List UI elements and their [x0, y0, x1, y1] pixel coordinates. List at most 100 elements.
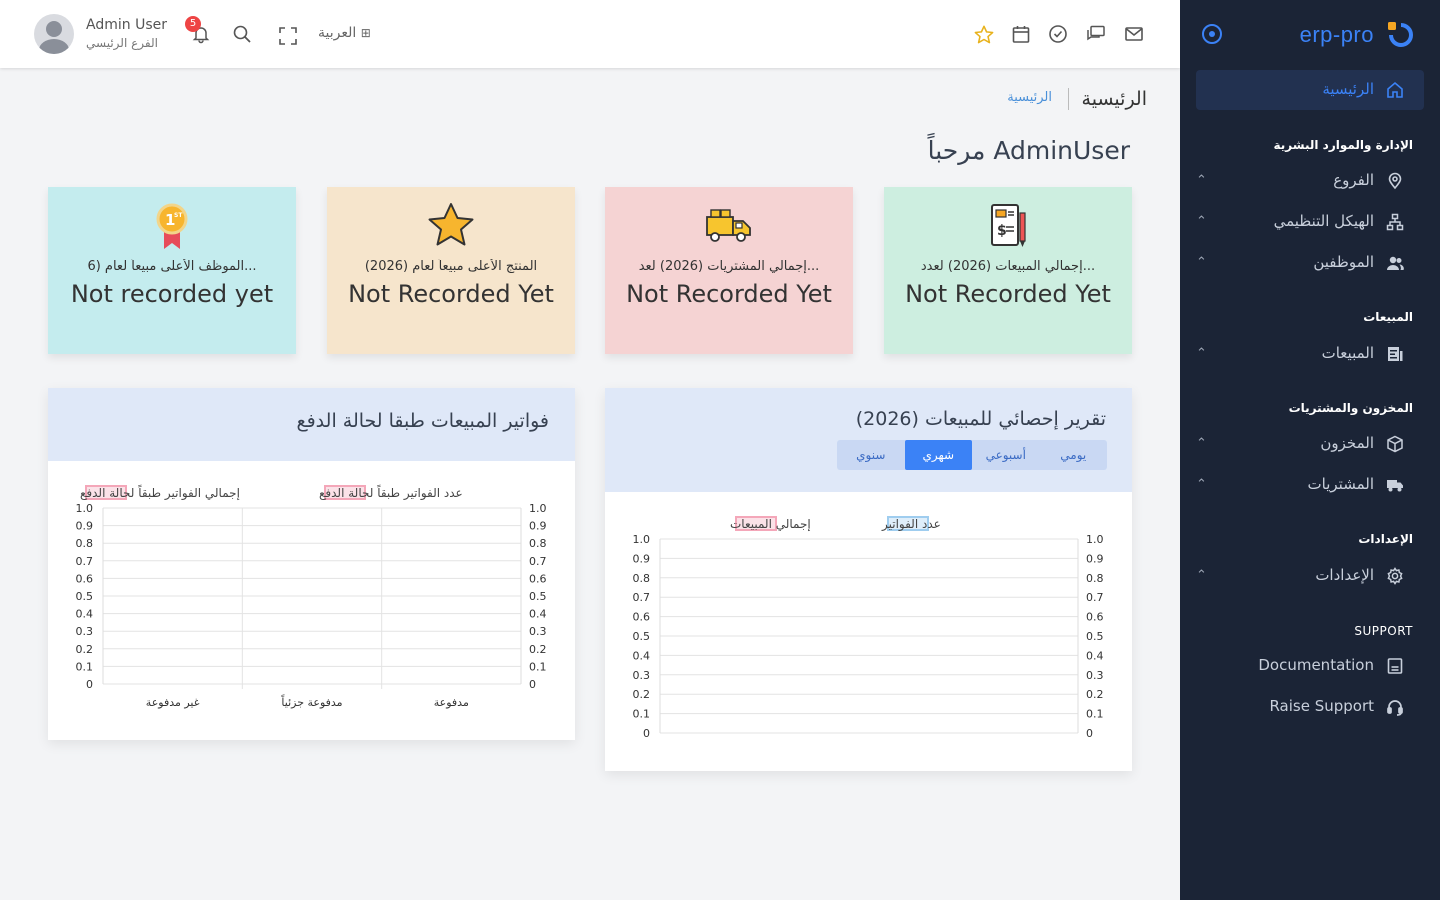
chevron-up-icon[interactable]: ⌃	[1196, 346, 1207, 361]
y-tick-label-right: 0.3	[529, 625, 547, 638]
y-tick-label-right: 1.0	[529, 502, 547, 515]
y-tick-label-right: 0.8	[1086, 572, 1104, 585]
y-tick-label-left: 1.0	[76, 502, 94, 515]
mail-icon[interactable]	[1124, 24, 1144, 44]
gear-icon	[1386, 567, 1404, 585]
sidebar-item-sales[interactable]: المبيعات ⌃	[1196, 334, 1424, 374]
brand-name[interactable]: erp-pro	[1300, 22, 1374, 48]
translate-icon: ⊞	[360, 26, 371, 40]
calendar-icon[interactable]	[1011, 24, 1031, 44]
sidebar-item-branches[interactable]: الفروع ⌃	[1196, 161, 1424, 201]
panel-title: تقرير إحصائي للمبيعات (2026)	[855, 408, 1106, 430]
star-icon	[425, 201, 477, 253]
box-icon	[1386, 435, 1404, 453]
chevron-up-icon[interactable]: ⌃	[1196, 255, 1207, 270]
section-hr: الإدارة والموارد البشرية	[1273, 138, 1413, 152]
sidebar-item-label: المشتريات	[1307, 475, 1374, 493]
check-circle-icon[interactable]	[1048, 24, 1068, 44]
card-title: إجمالي المبيعات (2026) لعدد...	[920, 259, 1096, 274]
location-pin-icon	[1386, 172, 1404, 190]
y-tick-label-right: 0.5	[529, 590, 547, 603]
y-tick-label-left: 0.1	[633, 708, 651, 721]
language-label: العربية	[318, 25, 357, 41]
card-total-purchases[interactable]: إجمالي المشتريات (2026) لعد... Not Recor…	[605, 187, 853, 354]
panel-header: تقرير إحصائي للمبيعات (2026) يومي أسبوعي…	[605, 388, 1132, 492]
chevron-up-icon[interactable]: ⌃	[1196, 173, 1207, 188]
sidebar-item-label: Documentation	[1258, 656, 1374, 674]
y-tick-label-left: 0.2	[76, 643, 94, 656]
x-tick-label: غير مدفوعة	[146, 696, 200, 709]
sidebar-item-org-structure[interactable]: الهيكل التنظيمي ⌃	[1196, 202, 1424, 242]
tab-yearly[interactable]: سنوي	[837, 440, 905, 470]
sidebar-item-raise-support[interactable]: Raise Support	[1196, 687, 1424, 727]
search-icon[interactable]	[232, 24, 252, 44]
y-tick-label-left: 0.8	[633, 572, 651, 585]
y-tick-label-left: 0.4	[633, 649, 651, 662]
sidebar-item-purchases[interactable]: المشتريات ⌃	[1196, 465, 1424, 505]
card-total-sales[interactable]: $ إجمالي المبيعات (2026) لعدد... Not Rec…	[884, 187, 1132, 354]
star-icon[interactable]	[973, 24, 994, 44]
headset-icon	[1386, 698, 1404, 716]
card-value: Not Recorded Yet	[348, 280, 554, 308]
sidebar-item-documentation[interactable]: Documentation	[1196, 646, 1424, 686]
chevron-up-icon[interactable]: ⌃	[1196, 568, 1207, 583]
org-chart-icon	[1386, 213, 1404, 231]
sidebar-item-label: Raise Support	[1269, 697, 1374, 715]
y-tick-label-left: 0.5	[633, 630, 651, 643]
sidebar-item-employees[interactable]: الموظفين ⌃	[1196, 243, 1424, 283]
user-name[interactable]: Admin User	[86, 17, 167, 33]
sidebar-item-settings[interactable]: الإعدادات ⌃	[1196, 556, 1424, 596]
y-tick-label-right: 0.1	[1086, 708, 1104, 721]
sidebar-item-label: المخزون	[1320, 434, 1374, 452]
card-title: الموظف الأعلى مبيعاً لعام (6...	[87, 259, 257, 274]
sidebar-item-home[interactable]: الرئيسية	[1196, 70, 1424, 110]
truck-icon	[1386, 476, 1404, 494]
card-top-product[interactable]: المنتج الأعلى مبيعاً لعام (2026) Not Rec…	[327, 187, 575, 354]
y-tick-label-left: 0.4	[76, 608, 94, 621]
y-tick-label-right: 0	[1086, 727, 1093, 740]
svg-text:$: $	[997, 223, 1007, 239]
receipt-icon	[1386, 345, 1404, 363]
y-tick-label-left: 0.3	[633, 669, 651, 682]
period-tabs: يومي أسبوعي شهري سنوي	[837, 440, 1107, 470]
y-tick-label-left: 0.8	[76, 537, 94, 550]
welcome-heading: مرحباً AdminUser	[927, 136, 1130, 165]
y-tick-label-left: 1.0	[633, 533, 651, 546]
fullscreen-icon[interactable]	[278, 26, 298, 46]
section-inventory: المخزون والمشتريات	[1288, 401, 1413, 415]
y-tick-label-left: 0.7	[633, 591, 651, 604]
y-tick-label-right: 0.4	[529, 608, 547, 621]
language-switch[interactable]: العربية ⊞	[318, 25, 371, 41]
y-tick-label-right: 0.2	[1086, 688, 1104, 701]
chevron-up-icon[interactable]: ⌃	[1196, 477, 1207, 492]
chevron-up-icon[interactable]: ⌃	[1196, 436, 1207, 451]
user-avatar[interactable]	[34, 14, 74, 54]
y-tick-label-left: 0.9	[633, 552, 651, 565]
y-tick-label-left: 0	[86, 678, 93, 691]
y-tick-label-right: 0.5	[1086, 630, 1104, 643]
y-tick-label-right: 0.7	[529, 555, 547, 568]
users-icon	[1386, 254, 1404, 272]
y-tick-label-right: 0.9	[1086, 552, 1104, 565]
truck-icon	[703, 201, 755, 253]
sales-line-chart: عدد الفواتير إجمالي المبيعات 1.0 1.0 0.9 0.9 0…	[633, 516, 1104, 740]
sidebar-toggle-icon[interactable]	[1202, 24, 1222, 44]
y-tick-label-right: 0.8	[529, 537, 547, 550]
tab-daily[interactable]: يومي	[1040, 440, 1108, 470]
y-tick-label-left: 0.3	[76, 625, 94, 638]
brand-logo-icon	[1386, 20, 1416, 50]
tab-weekly[interactable]: أسبوعي	[972, 440, 1040, 470]
section-support: SUPPORT	[1354, 624, 1413, 638]
breadcrumb-home-link[interactable]: الرئيسية	[1007, 90, 1052, 105]
chevron-up-icon[interactable]: ⌃	[1196, 214, 1207, 229]
sidebar-item-label: الموظفين	[1313, 253, 1374, 271]
sales-report-panel: تقرير إحصائي للمبيعات (2026) يومي أسبوعي…	[605, 388, 1132, 771]
tab-monthly[interactable]: شهري	[904, 440, 972, 470]
card-top-employee[interactable]: 1 ST الموظف الأعلى مبيعاً لعام (6... Not …	[48, 187, 296, 354]
panel-title: فواتير المبيعات طبقا لحالة الدفع	[296, 410, 549, 432]
y-tick-label-right: 1.0	[1086, 533, 1104, 546]
y-tick-label-left: 0.6	[76, 572, 94, 585]
y-tick-label-right: 0	[529, 678, 536, 691]
chat-icon[interactable]	[1086, 24, 1106, 44]
sidebar-item-inventory[interactable]: المخزون ⌃	[1196, 424, 1424, 464]
